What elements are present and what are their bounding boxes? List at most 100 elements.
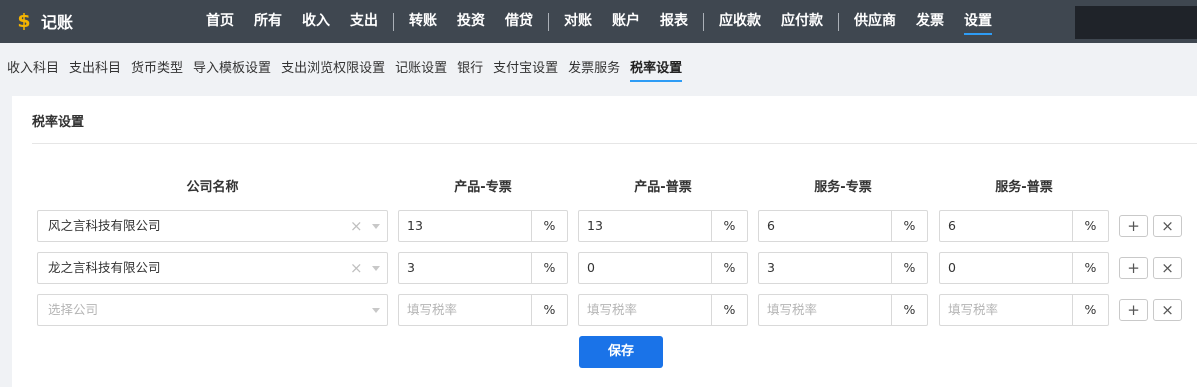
rate-value[interactable]: 6 xyxy=(767,211,889,241)
app-logo[interactable]: $ 记账 xyxy=(16,9,73,33)
subnav-income-categories[interactable]: 收入科目 xyxy=(2,54,64,84)
rate-placeholder[interactable]: 填写税率 xyxy=(767,295,889,325)
percent-unit: % xyxy=(711,253,747,283)
nav-item-reports[interactable]: 报表 xyxy=(650,0,698,43)
clear-icon[interactable]: × xyxy=(350,211,363,241)
percent-unit: % xyxy=(531,295,567,325)
nav-item-suppliers[interactable]: 供应商 xyxy=(844,0,906,43)
subnav-bank[interactable]: 银行 xyxy=(452,54,488,84)
product-special-rate-field[interactable]: 3 % xyxy=(398,252,568,284)
nav-item-settings[interactable]: 设置 xyxy=(954,0,1002,43)
percent-unit: % xyxy=(711,211,747,241)
percent-unit: % xyxy=(1072,295,1108,325)
rate-value[interactable]: 3 xyxy=(767,253,889,283)
nav-item-home[interactable]: 首页 xyxy=(196,0,244,43)
nav-item-transfer[interactable]: 转账 xyxy=(399,0,447,43)
subnav-expense-categories[interactable]: 支出科目 xyxy=(64,54,126,84)
percent-unit: % xyxy=(1072,253,1108,283)
card-divider xyxy=(32,143,1197,144)
subnav-tax-rate-settings[interactable]: 税率设置 xyxy=(625,54,687,84)
nav-item-payables[interactable]: 应付款 xyxy=(771,0,833,43)
chevron-down-icon xyxy=(372,308,380,313)
nav-item-all[interactable]: 所有 xyxy=(244,0,292,43)
nav-item-loan[interactable]: 借贷 xyxy=(495,0,543,43)
subnav-bookkeeping-settings[interactable]: 记账设置 xyxy=(390,54,452,84)
nav-item-invoices[interactable]: 发票 xyxy=(906,0,954,43)
header-product-normal: 产品-普票 xyxy=(634,180,692,195)
add-row-button[interactable]: + xyxy=(1119,299,1148,321)
rate-placeholder[interactable]: 填写税率 xyxy=(407,295,529,325)
nav-item-income[interactable]: 收入 xyxy=(292,0,340,43)
app-name: 记账 xyxy=(41,13,74,32)
rate-value[interactable]: 6 xyxy=(948,211,1070,241)
product-special-rate-field[interactable]: 填写税率 % xyxy=(398,294,568,326)
header-service-normal: 服务-普票 xyxy=(995,180,1053,195)
rate-value[interactable]: 3 xyxy=(407,253,529,283)
add-row-button[interactable]: + xyxy=(1119,257,1148,279)
nav-divider xyxy=(548,12,549,31)
rate-placeholder[interactable]: 填写税率 xyxy=(587,295,709,325)
settings-subnav: 收入科目 支出科目 货币类型 导入模板设置 支出浏览权限设置 记账设置 银行 支… xyxy=(0,54,687,84)
product-normal-rate-field[interactable]: 13 % xyxy=(578,210,748,242)
company-select[interactable]: 风之言科技有限公司 × xyxy=(37,210,388,242)
company-select-value: 风之言科技有限公司 xyxy=(48,218,161,233)
company-select-placeholder: 选择公司 xyxy=(48,302,99,317)
service-special-rate-field[interactable]: 填写税率 % xyxy=(758,294,928,326)
subnav-alipay-settings[interactable]: 支付宝设置 xyxy=(488,54,563,84)
save-button[interactable]: 保存 xyxy=(579,336,663,368)
header-product-special: 产品-专票 xyxy=(454,180,512,195)
rate-value[interactable]: 13 xyxy=(587,211,709,241)
main-nav: 首页 所有 收入 支出 转账 投资 借贷 对账 账户 报表 应收款 应付款 供应… xyxy=(196,0,1002,43)
remove-row-button[interactable]: × xyxy=(1153,257,1182,279)
service-normal-rate-field[interactable]: 0 % xyxy=(939,252,1109,284)
tax-row-new: 选择公司 填写税率 % 填写税率 % 填写税率 % 填写税率 % + × xyxy=(12,294,1197,326)
subnav-expense-permissions[interactable]: 支出浏览权限设置 xyxy=(276,54,390,84)
nav-divider xyxy=(703,12,704,31)
rate-placeholder[interactable]: 填写税率 xyxy=(948,295,1070,325)
header-service-special: 服务-专票 xyxy=(814,180,872,195)
chevron-down-icon xyxy=(372,224,380,229)
dollar-coin-icon: $ xyxy=(17,10,31,32)
nav-divider xyxy=(838,12,839,31)
company-select[interactable]: 选择公司 xyxy=(37,294,388,326)
tax-row: 龙之言科技有限公司 × 3 % 0 % 3 % 0 % + × xyxy=(12,252,1197,284)
service-normal-rate-field[interactable]: 6 % xyxy=(939,210,1109,242)
remove-row-button[interactable]: × xyxy=(1153,299,1182,321)
header-company: 公司名称 xyxy=(186,180,239,195)
service-special-rate-field[interactable]: 3 % xyxy=(758,252,928,284)
clear-icon[interactable]: × xyxy=(350,253,363,283)
product-special-rate-field[interactable]: 13 % xyxy=(398,210,568,242)
service-normal-rate-field[interactable]: 填写税率 % xyxy=(939,294,1109,326)
rate-value[interactable]: 13 xyxy=(407,211,529,241)
company-select-value: 龙之言科技有限公司 xyxy=(48,260,161,275)
chevron-down-icon xyxy=(372,266,380,271)
nav-item-reconcile[interactable]: 对账 xyxy=(554,0,602,43)
percent-unit: % xyxy=(531,211,567,241)
subnav-import-templates[interactable]: 导入模板设置 xyxy=(188,54,276,84)
nav-item-expense[interactable]: 支出 xyxy=(340,0,388,43)
nav-item-accounts[interactable]: 账户 xyxy=(602,0,650,43)
product-normal-rate-field[interactable]: 填写税率 % xyxy=(578,294,748,326)
company-select[interactable]: 龙之言科技有限公司 × xyxy=(37,252,388,284)
service-special-rate-field[interactable]: 6 % xyxy=(758,210,928,242)
subnav-invoice-service[interactable]: 发票服务 xyxy=(563,54,625,84)
rate-value[interactable]: 0 xyxy=(948,253,1070,283)
percent-unit: % xyxy=(891,253,927,283)
percent-unit: % xyxy=(711,295,747,325)
percent-unit: % xyxy=(891,211,927,241)
tax-rate-card: 税率设置 公司名称 产品-专票 产品-普票 服务-专票 服务-普票 风之言科技有… xyxy=(12,96,1197,387)
nav-search-box[interactable] xyxy=(1075,6,1197,39)
rate-value[interactable]: 0 xyxy=(587,253,709,283)
percent-unit: % xyxy=(891,295,927,325)
nav-item-investment[interactable]: 投资 xyxy=(447,0,495,43)
remove-row-button[interactable]: × xyxy=(1153,215,1182,237)
product-normal-rate-field[interactable]: 0 % xyxy=(578,252,748,284)
percent-unit: % xyxy=(1072,211,1108,241)
subnav-currency-types[interactable]: 货币类型 xyxy=(126,54,188,84)
percent-unit: % xyxy=(531,253,567,283)
nav-item-receivables[interactable]: 应收款 xyxy=(709,0,771,43)
nav-divider xyxy=(393,12,394,31)
add-row-button[interactable]: + xyxy=(1119,215,1148,237)
top-navbar: $ 记账 首页 所有 收入 支出 转账 投资 借贷 对账 账户 报表 应收款 应… xyxy=(0,0,1197,43)
tax-row: 风之言科技有限公司 × 13 % 13 % 6 % 6 % + × xyxy=(12,210,1197,242)
